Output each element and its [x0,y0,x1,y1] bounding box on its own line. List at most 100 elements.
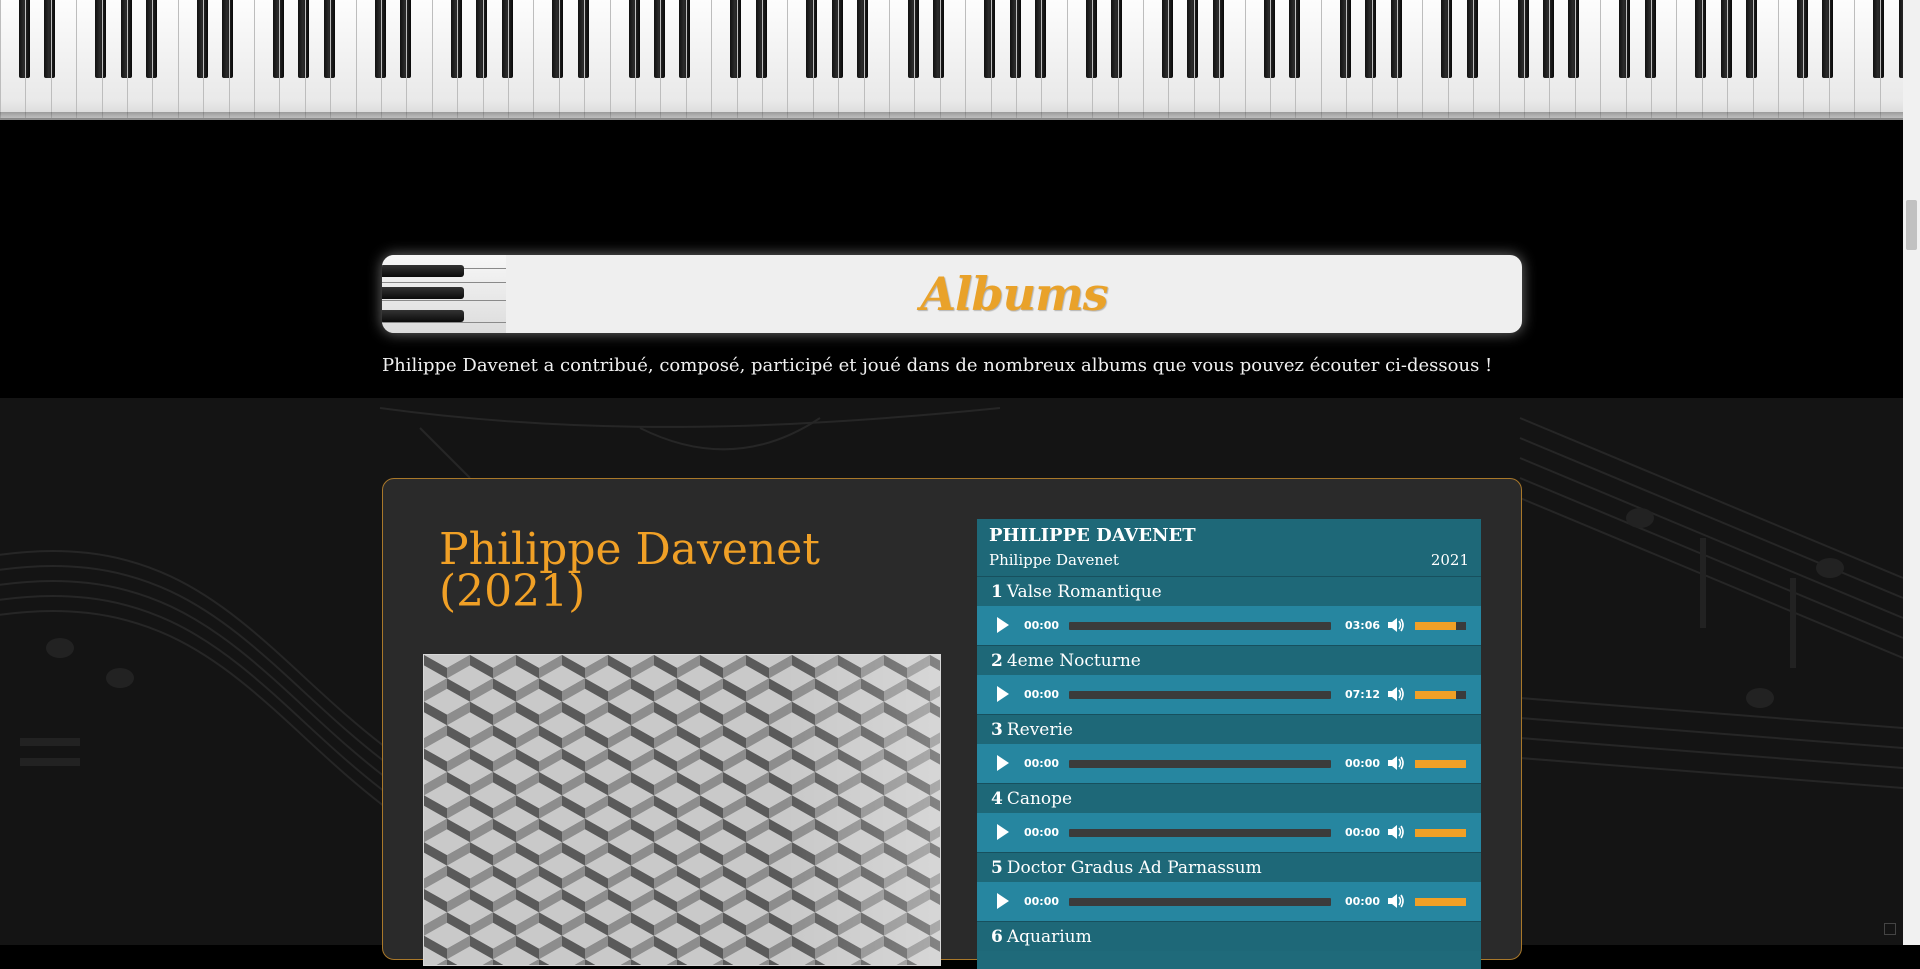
track-label[interactable]: 3 Reverie [977,715,1481,744]
piano-white-key-edge [1676,0,1677,118]
piano-white-key-edge [203,0,204,118]
piano-black-key [1365,0,1377,78]
back-to-top-icon[interactable] [1884,923,1896,935]
volume-icon[interactable] [1386,754,1406,772]
track-name: 4eme Nocturne [1006,650,1141,671]
duration: 00:00 [1345,826,1381,839]
volume-level [1415,691,1456,699]
piano-white-key-edge [254,0,255,118]
current-time: 00:00 [1024,688,1060,701]
track-label[interactable]: 5 Doctor Gradus Ad Parnassum [977,853,1481,882]
piano-white-key-edge [381,0,382,118]
track-number: 1 [991,581,1003,602]
volume-slider[interactable] [1415,829,1466,837]
volume-slider[interactable] [1415,760,1466,768]
track-label[interactable]: 4 Canope [977,784,1481,813]
duration: 00:00 [1345,757,1381,770]
play-icon[interactable] [997,824,1009,840]
piano-white-key-edge [1016,0,1017,118]
piano-keys-banner [0,0,1903,120]
piano-white-key-edge [406,0,407,118]
piano-white-key-edge [1626,0,1627,118]
piano-white-key-edge [483,0,484,118]
track-label[interactable]: 2 4eme Nocturne [977,646,1481,675]
piano-white-key-edge [838,0,839,118]
album-card: Philippe Davenet (2021) PHILIPPE DAVENET… [382,478,1522,969]
piano-white-key-edge [1245,0,1246,118]
piano-white-key-edge [711,0,712,118]
header-piano-keys-icon [382,255,506,333]
piano-white-key-edge [356,0,357,118]
play-icon[interactable] [997,893,1009,909]
audio-controls: 00:00 00:00 [977,744,1481,783]
volume-slider[interactable] [1415,898,1466,906]
piano-black-key [1111,0,1123,78]
play-icon[interactable] [997,617,1009,633]
progress-slider[interactable] [1069,691,1331,699]
track-label[interactable]: 1 Valse Romantique [977,577,1481,606]
piano-white-key-edge [1702,0,1703,118]
piano-white-key-edge [1372,0,1373,118]
piano-white-key-edge [1753,0,1754,118]
piano-white-key-edge [305,0,306,118]
piano-white-key-edge [686,0,687,118]
progress-slider[interactable] [1069,622,1331,630]
volume-icon[interactable] [1386,616,1406,634]
section-title: Albums [920,267,1108,321]
play-icon[interactable] [997,686,1009,702]
piano-white-key-edge [1473,0,1474,118]
piano-black-key [806,0,818,78]
volume-level [1415,622,1456,630]
progress-slider[interactable] [1069,760,1331,768]
track-list: 1 Valse Romantique 00:00 03:06 2 4eme No… [977,577,1481,969]
piano-white-key-edge [762,0,763,118]
track-item: 1 Valse Romantique 00:00 03:06 [977,577,1481,646]
piano-white-key-edge [102,0,103,118]
piano-white-key-edge [127,0,128,118]
volume-slider[interactable] [1415,691,1466,699]
track-number: 6 [991,926,1003,947]
piano-white-key-edge [991,0,992,118]
audio-controls: 00:00 07:12 [977,675,1481,714]
track-number: 3 [991,719,1003,740]
piano-white-key-edge [508,0,509,118]
piano-white-key-edge [457,0,458,118]
piano-white-key-edge [25,0,26,118]
piano-black-key [984,0,996,78]
volume-icon[interactable] [1386,685,1406,703]
piano-white-key-edge [1067,0,1068,118]
volume-slider[interactable] [1415,622,1466,630]
piano-white-key-edge [787,0,788,118]
piano-white-key-edge [1168,0,1169,118]
piano-white-key-edge [1803,0,1804,118]
piano-white-key-edge [660,0,661,118]
piano-white-key-edge [229,0,230,118]
piano-white-key-edge [330,0,331,118]
scrollbar-thumb[interactable] [1906,200,1917,250]
audio-controls: 00:00 03:06 [977,606,1481,645]
piano-white-key-edge [1143,0,1144,118]
albums-section-header: Albums [382,255,1522,333]
piano-white-key-edge [610,0,611,118]
duration: 03:06 [1345,619,1381,632]
piano-white-key-edge [1854,0,1855,118]
progress-slider[interactable] [1069,829,1331,837]
progress-slider[interactable] [1069,898,1331,906]
piano-white-key-edge [1778,0,1779,118]
track-name: Aquarium [1006,926,1092,947]
volume-icon[interactable] [1386,892,1406,910]
piano-black-key [44,0,56,78]
piano-white-key-edge [1651,0,1652,118]
track-label[interactable]: 6 Aquarium [977,922,1481,951]
duration: 07:12 [1345,688,1381,701]
page-scrollbar[interactable] [1903,0,1920,945]
piano-white-key-edge [1727,0,1728,118]
piano-white-key-edge [1829,0,1830,118]
piano-black-key [476,0,488,78]
piano-black-key [1822,0,1834,78]
volume-icon[interactable] [1386,823,1406,841]
piano-white-key-edge [1499,0,1500,118]
piano-black-key [298,0,310,78]
play-icon[interactable] [997,755,1009,771]
track-number: 4 [991,788,1003,809]
